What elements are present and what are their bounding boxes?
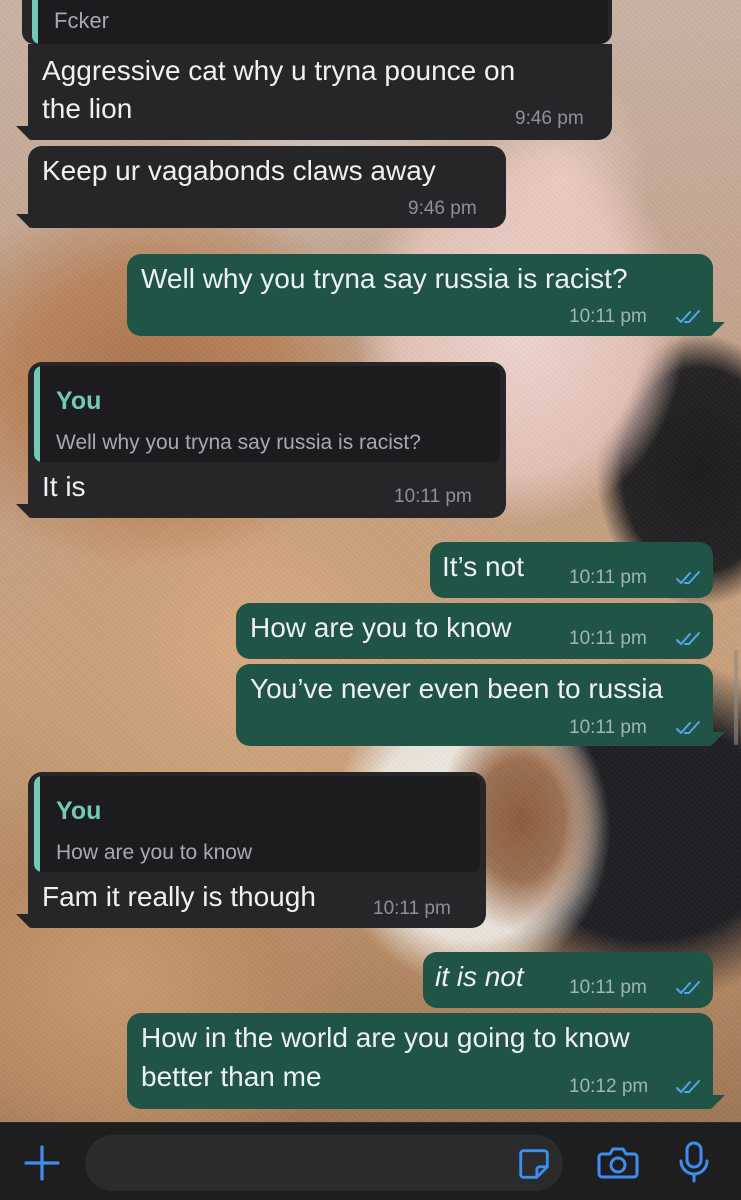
message-input[interactable] [85,1135,563,1191]
camera-icon[interactable] [596,1142,640,1182]
double-check-read-icon [676,310,700,323]
message-text: Keep ur vagabonds claws away [42,155,436,186]
quoted-text: Fcker [54,8,109,33]
message-text: it is not [435,961,524,992]
quoted-message[interactable]: You Well why you tryna say russia is rac… [34,366,500,462]
quoted-text: How are you to know [56,841,253,864]
message-time: 10:11 pm [569,306,647,327]
quote-accent-bar [34,776,40,872]
message-time: 9:46 pm [515,108,584,129]
message-bubble-incoming[interactable]: Fcker [22,0,612,44]
quoted-sender-name: You [56,797,102,825]
message-time: 10:11 pm [373,898,451,919]
message-bubble-incoming[interactable]: You How are you to know Fam it really is… [16,772,486,928]
message-time: 10:11 pm [569,717,647,738]
message-bubble-outgoing[interactable]: it is not 10:11 pm [423,952,713,1008]
message-bubble-incoming[interactable]: You Well why you tryna say russia is rac… [16,362,506,518]
scrollbar[interactable] [734,650,738,745]
sticker-icon[interactable] [515,1145,553,1183]
quoted-message[interactable]: Fcker [32,0,608,44]
message-bubble-outgoing[interactable]: It’s not 10:11 pm [430,542,713,598]
message-text: You’ve never even been to russia [250,673,664,704]
quoted-sender-name: You [56,387,102,415]
message-time: 10:11 pm [569,567,647,588]
message-time: 10:11 pm [394,486,472,507]
message-text: How in the world are you going to know [141,1022,630,1053]
message-text: Fam it really is though [42,881,316,912]
double-check-read-icon [676,721,700,734]
message-bubble-outgoing[interactable]: Well why you tryna say russia is racist?… [127,254,725,336]
message-time: 9:46 pm [408,198,477,219]
double-check-read-icon [676,1080,700,1093]
message-list[interactable]: Fcker Aggressive cat why u tryna pounce … [0,0,741,1122]
quote-accent-bar [32,0,38,44]
double-check-read-icon [676,571,700,584]
message-text: It is [42,471,86,502]
quoted-text: Well why you tryna say russia is racist? [56,431,421,454]
message-text: It’s not [442,551,524,582]
message-bubble-outgoing[interactable]: You’ve never even been to russia 10:11 p… [236,664,725,746]
quote-accent-bar [34,366,40,462]
message-bubble-outgoing[interactable]: How are you to know 10:11 pm [236,603,713,659]
message-bubble-outgoing[interactable]: How in the world are you going to know b… [127,1013,725,1109]
plus-icon[interactable] [22,1143,62,1183]
message-time: 10:12 pm [569,1076,649,1097]
message-text: Well why you tryna say russia is racist? [141,263,628,294]
message-text: How are you to know [250,612,512,643]
message-bubble-incoming[interactable]: Aggressive cat why u tryna pounce on the… [16,44,612,140]
double-check-read-icon [676,632,700,645]
message-input-bar [0,1122,741,1200]
quoted-message[interactable]: You How are you to know [34,776,480,872]
message-time: 10:11 pm [569,628,647,649]
message-text-line2: the lion [42,93,133,124]
message-time: 10:11 pm [569,977,647,998]
message-text: Aggressive cat why u tryna pounce on [42,55,516,86]
message-bubble-incoming[interactable]: Keep ur vagabonds claws away 9:46 pm [16,146,506,228]
double-check-read-icon [676,981,700,994]
message-text-line2: better than me [141,1061,322,1092]
microphone-icon[interactable] [674,1140,714,1184]
